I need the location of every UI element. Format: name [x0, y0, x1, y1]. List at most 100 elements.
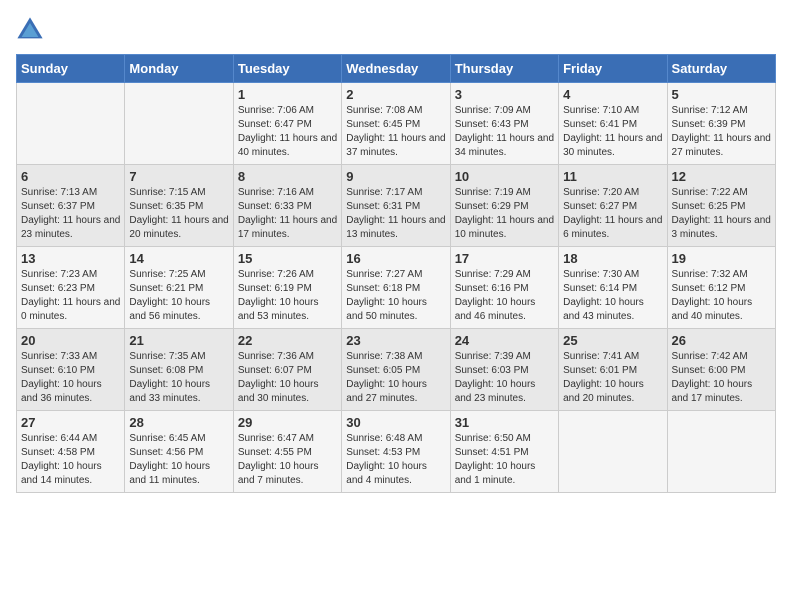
- calendar-cell: 15Sunrise: 7:26 AM Sunset: 6:19 PM Dayli…: [233, 247, 341, 329]
- calendar-cell: 16 Sunrise: 7:27 AM Sunset: 6:18 PM Dayli…: [342, 247, 450, 329]
- calendar-cell: 21 Sunrise: 7:35 AM Sunset: 6:08 PM Dayli…: [125, 329, 233, 411]
- day-number: 6: [21, 169, 120, 184]
- calendar-cell: 26 Sunrise: 7:42 AM Sunset: 6:00 PM Dayli…: [667, 329, 775, 411]
- day-info: Sunrise: 7:20 AM Sunset: 6:27 PM Dayligh…: [563, 186, 662, 242]
- day-info: Sunrise: 7:32 AM Sunset: 6:12 PM Dayligh…: [672, 268, 771, 324]
- calendar-cell: 25Sunrise: 7:41 AM Sunset: 6:01 PM Dayli…: [559, 329, 667, 411]
- day-info: Sunrise: 7:12 AM Sunset: 6:39 PM Dayligh…: [672, 104, 771, 160]
- day-info: Sunrise: 7:15 AM Sunset: 6:35 PM Dayligh…: [129, 186, 228, 242]
- day-number: 16: [346, 251, 445, 266]
- calendar-cell: 11 Sunrise: 7:20 AM Sunset: 6:27 PM Dayli…: [559, 165, 667, 247]
- calendar-cell: [559, 411, 667, 493]
- day-number: 3: [455, 87, 554, 102]
- day-info: Sunrise: 7:36 AM Sunset: 6:07 PM Dayligh…: [238, 350, 337, 406]
- calendar-cell: 4Sunrise: 7:10 AM Sunset: 6:41 PM Daylig…: [559, 83, 667, 165]
- day-number: 30: [346, 415, 445, 430]
- day-info: Sunrise: 7:19 AM Sunset: 6:29 PM Dayligh…: [455, 186, 554, 242]
- day-number: 21: [129, 333, 228, 348]
- day-number: 22: [238, 333, 337, 348]
- day-info: Sunrise: 7:22 AM Sunset: 6:25 PM Dayligh…: [672, 186, 771, 242]
- day-number: 20: [21, 333, 120, 348]
- calendar-cell: 23 Sunrise: 7:38 AM Sunset: 6:05 PM Dayli…: [342, 329, 450, 411]
- day-number: 17: [455, 251, 554, 266]
- day-info: Sunrise: 6:45 AM Sunset: 4:56 PM Dayligh…: [129, 432, 228, 488]
- day-number: 28: [129, 415, 228, 430]
- calendar-cell: 5 Sunrise: 7:12 AM Sunset: 6:39 PM Daylig…: [667, 83, 775, 165]
- day-of-week-header: Wednesday: [342, 55, 450, 83]
- day-number: 31: [455, 415, 554, 430]
- calendar-cell: [125, 83, 233, 165]
- day-of-week-header: Tuesday: [233, 55, 341, 83]
- day-info: Sunrise: 7:06 AM Sunset: 6:47 PM Dayligh…: [238, 104, 337, 160]
- day-info: Sunrise: 7:17 AM Sunset: 6:31 PM Dayligh…: [346, 186, 445, 242]
- day-info: Sunrise: 7:33 AM Sunset: 6:10 PM Dayligh…: [21, 350, 120, 406]
- calendar-week-row: 1Sunrise: 7:06 AM Sunset: 6:47 PM Daylig…: [17, 83, 776, 165]
- day-info: Sunrise: 7:30 AM Sunset: 6:14 PM Dayligh…: [563, 268, 662, 324]
- calendar-cell: 2 Sunrise: 7:08 AM Sunset: 6:45 PM Daylig…: [342, 83, 450, 165]
- calendar-cell: 18 Sunrise: 7:30 AM Sunset: 6:14 PM Dayli…: [559, 247, 667, 329]
- day-number: 19: [672, 251, 771, 266]
- calendar-cell: 29Sunrise: 6:47 AM Sunset: 4:55 PM Dayli…: [233, 411, 341, 493]
- day-info: Sunrise: 7:35 AM Sunset: 6:08 PM Dayligh…: [129, 350, 228, 406]
- day-number: 24: [455, 333, 554, 348]
- day-number: 5: [672, 87, 771, 102]
- calendar-table: SundayMondayTuesdayWednesdayThursdayFrid…: [16, 54, 776, 493]
- day-number: 14: [129, 251, 228, 266]
- day-number: 23: [346, 333, 445, 348]
- day-of-week-header: Sunday: [17, 55, 125, 83]
- day-info: Sunrise: 7:13 AM Sunset: 6:37 PM Dayligh…: [21, 186, 120, 242]
- calendar-cell: 8Sunrise: 7:16 AM Sunset: 6:33 PM Daylig…: [233, 165, 341, 247]
- calendar-cell: 13Sunrise: 7:23 AM Sunset: 6:23 PM Dayli…: [17, 247, 125, 329]
- day-info: Sunrise: 6:48 AM Sunset: 4:53 PM Dayligh…: [346, 432, 445, 488]
- day-info: Sunrise: 7:39 AM Sunset: 6:03 PM Dayligh…: [455, 350, 554, 406]
- day-of-week-header: Friday: [559, 55, 667, 83]
- day-number: 26: [672, 333, 771, 348]
- calendar-cell: [667, 411, 775, 493]
- calendar-cell: 22 Sunrise: 7:36 AM Sunset: 6:07 PM Dayli…: [233, 329, 341, 411]
- calendar-cell: 6 Sunrise: 7:13 AM Sunset: 6:37 PM Daylig…: [17, 165, 125, 247]
- day-number: 15: [238, 251, 337, 266]
- day-number: 13: [21, 251, 120, 266]
- day-number: 8: [238, 169, 337, 184]
- day-info: Sunrise: 7:41 AM Sunset: 6:01 PM Dayligh…: [563, 350, 662, 406]
- calendar-cell: 12 Sunrise: 7:22 AM Sunset: 6:25 PM Dayli…: [667, 165, 775, 247]
- day-info: Sunrise: 7:38 AM Sunset: 6:05 PM Dayligh…: [346, 350, 445, 406]
- logo-icon: [16, 16, 44, 44]
- calendar-cell: 31 Sunrise: 6:50 AM Sunset: 4:51 PM Dayli…: [450, 411, 558, 493]
- calendar-cell: 7 Sunrise: 7:15 AM Sunset: 6:35 PM Daylig…: [125, 165, 233, 247]
- day-info: Sunrise: 7:25 AM Sunset: 6:21 PM Dayligh…: [129, 268, 228, 324]
- day-info: Sunrise: 6:44 AM Sunset: 4:58 PM Dayligh…: [21, 432, 120, 488]
- calendar-cell: [17, 83, 125, 165]
- day-number: 4: [563, 87, 662, 102]
- day-number: 18: [563, 251, 662, 266]
- day-of-week-header: Thursday: [450, 55, 558, 83]
- calendar-cell: 1Sunrise: 7:06 AM Sunset: 6:47 PM Daylig…: [233, 83, 341, 165]
- day-number: 7: [129, 169, 228, 184]
- day-info: Sunrise: 7:08 AM Sunset: 6:45 PM Dayligh…: [346, 104, 445, 160]
- calendar-week-row: 27 Sunrise: 6:44 AM Sunset: 4:58 PM Dayli…: [17, 411, 776, 493]
- calendar-cell: 3Sunrise: 7:09 AM Sunset: 6:43 PM Daylig…: [450, 83, 558, 165]
- day-info: Sunrise: 7:27 AM Sunset: 6:18 PM Dayligh…: [346, 268, 445, 324]
- calendar-cell: 30 Sunrise: 6:48 AM Sunset: 4:53 PM Dayli…: [342, 411, 450, 493]
- calendar-cell: 27 Sunrise: 6:44 AM Sunset: 4:58 PM Dayli…: [17, 411, 125, 493]
- day-number: 11: [563, 169, 662, 184]
- page-header: [16, 16, 776, 44]
- day-info: Sunrise: 7:42 AM Sunset: 6:00 PM Dayligh…: [672, 350, 771, 406]
- day-number: 10: [455, 169, 554, 184]
- logo: [16, 16, 48, 44]
- calendar-cell: 9 Sunrise: 7:17 AM Sunset: 6:31 PM Daylig…: [342, 165, 450, 247]
- day-info: Sunrise: 7:29 AM Sunset: 6:16 PM Dayligh…: [455, 268, 554, 324]
- calendar-week-row: 13Sunrise: 7:23 AM Sunset: 6:23 PM Dayli…: [17, 247, 776, 329]
- day-info: Sunrise: 6:50 AM Sunset: 4:51 PM Dayligh…: [455, 432, 554, 488]
- calendar-cell: 28 Sunrise: 6:45 AM Sunset: 4:56 PM Dayli…: [125, 411, 233, 493]
- calendar-cell: 24 Sunrise: 7:39 AM Sunset: 6:03 PM Dayli…: [450, 329, 558, 411]
- day-of-week-header: Monday: [125, 55, 233, 83]
- calendar-cell: 20 Sunrise: 7:33 AM Sunset: 6:10 PM Dayli…: [17, 329, 125, 411]
- day-number: 2: [346, 87, 445, 102]
- calendar-cell: 14 Sunrise: 7:25 AM Sunset: 6:21 PM Dayli…: [125, 247, 233, 329]
- day-number: 27: [21, 415, 120, 430]
- day-number: 9: [346, 169, 445, 184]
- day-number: 12: [672, 169, 771, 184]
- day-info: Sunrise: 6:47 AM Sunset: 4:55 PM Dayligh…: [238, 432, 337, 488]
- day-of-week-header: Saturday: [667, 55, 775, 83]
